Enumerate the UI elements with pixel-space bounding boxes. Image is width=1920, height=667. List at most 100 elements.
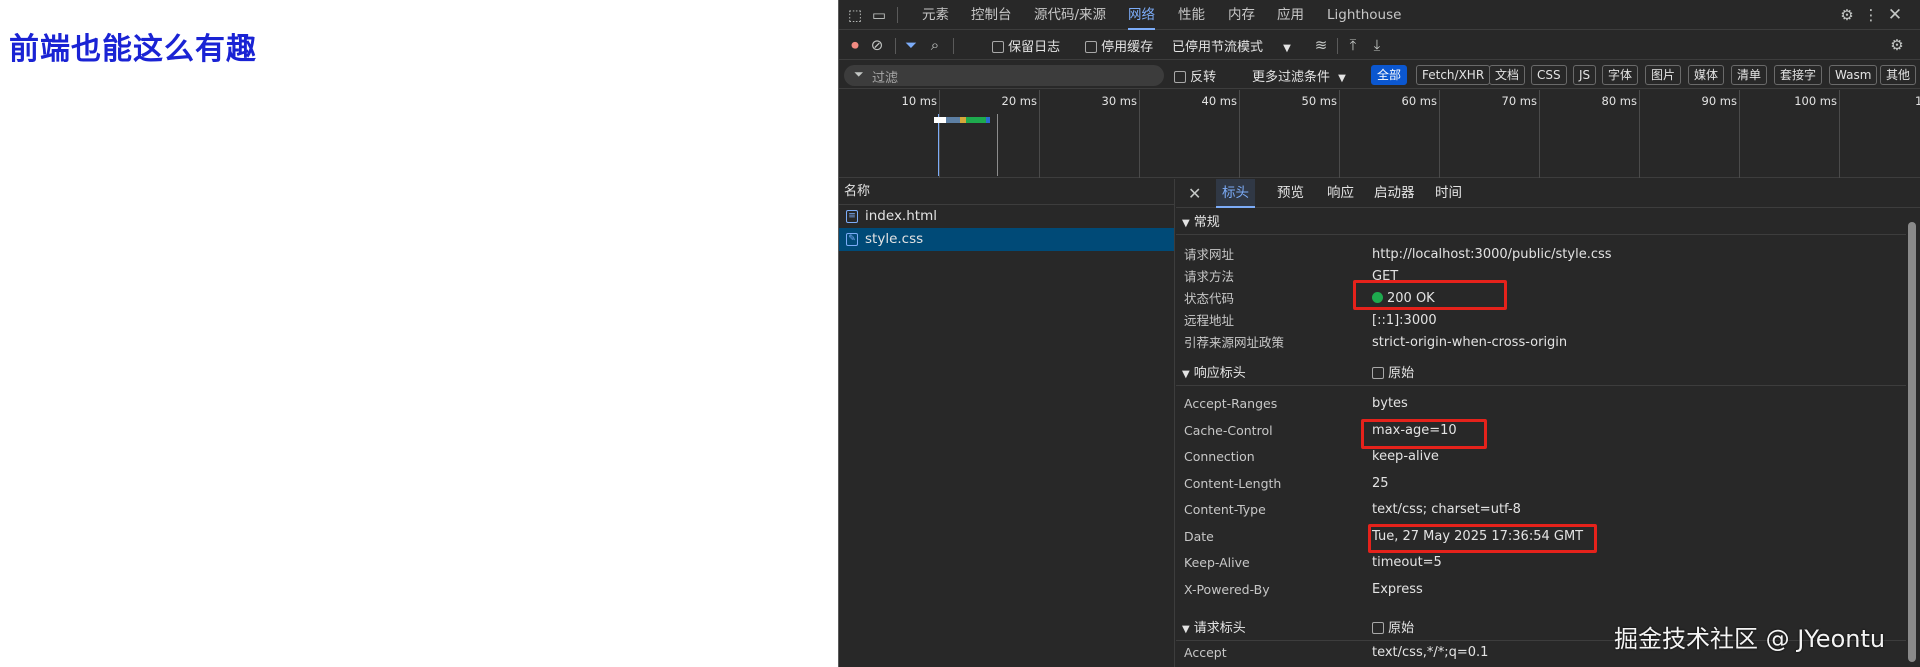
timeline-gridline [1439,90,1440,178]
chip-js[interactable]: JS [1573,65,1597,85]
header-key: Content-Type [1184,502,1266,517]
details-tabbar: ✕ 标头 预览 响应 启动器 时间 [1176,179,1920,208]
timeline-tick-label: 20 ms [1001,94,1037,108]
header-key: X-Powered-By [1184,581,1270,597]
disable-cache-checkbox[interactable]: 停用缓存 [1085,36,1153,55]
record-stop-icon[interactable]: ⏺ [847,37,863,53]
tab-application[interactable]: 应用 [1277,0,1304,30]
throttling-label: 已停用节流模式 [1172,40,1264,55]
request-row-selected[interactable]: ✎ style.css [839,228,1174,251]
tab-response[interactable]: 响应 [1327,179,1354,208]
triangle-down-icon: ▼ [1182,624,1190,635]
checkbox[interactable] [1372,622,1384,634]
column-header-name[interactable]: 名称 [839,179,1174,205]
web-page: 前端也能这么有趣 [0,0,838,667]
tab-preview[interactable]: 预览 [1277,179,1304,208]
raw-label: 原始 [1388,366,1415,381]
header-key: 远程地址 [1184,313,1235,328]
clear-log-icon[interactable]: ⊘ [869,37,885,53]
tab-memory[interactable]: 内存 [1228,0,1255,30]
triangle-down-icon: ▼ [1182,218,1190,229]
timeline-tick-label: 110 [1915,94,1920,108]
chip-manifest[interactable]: 清单 [1731,65,1768,85]
tab-timing[interactable]: 时间 [1435,179,1462,208]
tab-sources[interactable]: 源代码/来源 [1034,0,1106,30]
header-key: Keep-Alive [1184,555,1250,570]
scrollbar-thumb[interactable] [1908,222,1916,662]
devtools-tabbar: ⬚ ▭ 元素 控制台 源代码/来源 网络 性能 内存 应用 Lighthouse… [839,0,1920,30]
chip-font[interactable]: 字体 [1602,65,1639,85]
filter-funnel-icon[interactable]: ⏷ [903,37,919,53]
timeline-tick-label: 10 ms [901,94,937,108]
header-value: 25 [1372,475,1389,491]
chip-css[interactable]: CSS [1531,65,1567,85]
toolbar-separator [895,38,896,54]
timeline-tick-label: 40 ms [1201,94,1237,108]
header-row: 引荐来源网址政策 strict-origin-when-cross-origin [1176,332,1906,354]
timeline-seg-queue [946,117,960,123]
timeline-overview[interactable]: 10 ms 20 ms 30 ms 40 ms 50 ms 60 ms 70 ms 80 ms… [839,90,1920,178]
network-settings-icon[interactable]: ⚙ [1889,37,1905,53]
chip-socket[interactable]: 套接字 [1774,65,1823,85]
section-general-header[interactable]: ▼ 常规 [1176,210,1906,235]
chip-fetch-xhr[interactable]: Fetch/XHR [1416,65,1491,85]
network-conditions-icon[interactable]: ≋ [1313,37,1329,53]
export-har-icon[interactable]: ⤓ [1369,37,1385,53]
chip-doc[interactable]: 文档 [1489,65,1526,85]
header-key: Content-Length [1184,475,1282,491]
header-row: 远程地址 [::1]:3000 [1176,310,1906,332]
checkbox[interactable] [1085,41,1097,53]
tab-console[interactable]: 控制台 [971,0,1012,30]
devtools-panel: ⬚ ▭ 元素 控制台 源代码/来源 网络 性能 内存 应用 Lighthouse… [838,0,1920,667]
tab-network[interactable]: 网络 [1128,0,1155,30]
raw-toggle[interactable]: 原始 [1372,616,1414,641]
request-row[interactable]: ≡ index.html [839,205,1174,228]
timeline-selection-start[interactable] [938,114,939,176]
search-icon[interactable]: ⌕ [927,37,943,53]
tab-headers[interactable]: 标头 [1216,179,1255,208]
settings-gear-icon[interactable]: ⚙ [1839,7,1855,23]
timeline-gridline [939,90,940,178]
annotation-box-date [1368,524,1597,553]
tab-lighthouse[interactable]: Lighthouse [1327,0,1401,30]
tab-performance[interactable]: 性能 [1178,0,1205,30]
header-row: Content-Type text/css; charset=utf-8 [1176,499,1906,521]
device-toolbar-icon[interactable]: ▭ [871,7,887,23]
timeline-request-bar [934,117,994,123]
disable-cache-label: 停用缓存 [1101,40,1154,55]
checkbox[interactable] [1372,367,1384,379]
section-response-headers-header[interactable]: ▼ 响应标头 原始 [1176,361,1906,386]
chip-other[interactable]: 其他 [1880,65,1917,85]
chip-img[interactable]: 图片 [1645,65,1682,85]
more-options-icon[interactable]: ⋮ [1863,7,1879,23]
import-har-icon[interactable]: ⤒ [1345,37,1361,53]
timeline-selection-end[interactable] [997,114,998,176]
preserve-log-checkbox[interactable]: 保留日志 [992,36,1060,55]
more-filters-dropdown[interactable]: 更多过滤条件 ▼ [1252,66,1346,85]
chip-wasm[interactable]: Wasm [1829,65,1878,85]
close-devtools-icon[interactable]: ✕ [1887,7,1903,24]
filter-input[interactable]: ⏷ 过滤 [844,65,1164,86]
inspect-element-icon[interactable]: ⬚ [847,7,863,23]
raw-toggle[interactable]: 原始 [1372,361,1414,386]
section-title: 请求标头 [1193,621,1246,636]
header-row: 请求网址 http://localhost:3000/public/style.… [1176,244,1906,266]
chip-all[interactable]: 全部 [1371,65,1408,85]
section-title: 响应标头 [1193,366,1246,381]
close-details-icon[interactable]: ✕ [1188,179,1201,208]
throttling-select[interactable]: 已停用节流模式 ▼ [1172,36,1291,55]
checkbox[interactable] [1174,71,1186,83]
chevron-down-icon: ▼ [1283,43,1291,54]
checkbox[interactable] [992,41,1004,53]
invert-checkbox[interactable]: 反转 [1174,66,1216,85]
tab-elements[interactable]: 元素 [922,0,949,30]
chip-media[interactable]: 媒体 [1688,65,1725,85]
timeline-seg-wait [934,117,946,123]
header-row: Cache-Control max-age=10 [1176,420,1906,442]
timeline-tick-label: 70 ms [1501,94,1537,108]
details-scrollbar[interactable] [1908,212,1916,667]
request-name: index.html [865,208,937,224]
header-value: text/css,*/*;q=0.1 [1372,645,1489,660]
timeline-gridline [1839,90,1840,178]
tab-initiator[interactable]: 启动器 [1374,179,1415,208]
